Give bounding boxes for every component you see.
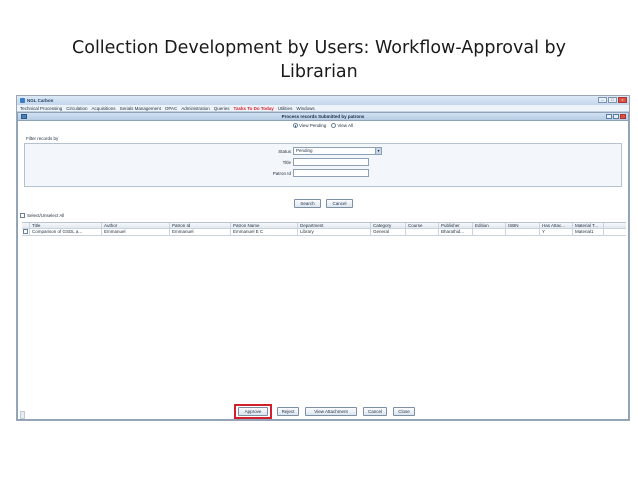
filter-panel: Status Pending ▾ Title Patron Id <box>24 143 622 187</box>
col-has-attachment[interactable]: Has Attac... <box>540 223 573 228</box>
cell-patron-id: Emmanuel <box>170 229 231 235</box>
radio-unselected-icon <box>331 123 337 128</box>
cell-department: Library <box>298 229 371 235</box>
col-title[interactable]: Title <box>30 223 102 228</box>
row-checkbox[interactable] <box>23 229 28 234</box>
title-input[interactable] <box>293 158 369 166</box>
patron-id-label: Patron Id <box>272 170 291 176</box>
cell-has-attachment: Y <box>540 229 573 235</box>
inner-maximize-icon[interactable] <box>613 114 619 119</box>
cell-course <box>406 229 439 235</box>
row-checkbox-cell <box>22 229 30 235</box>
menu-acquisitions[interactable]: Acquisitions <box>92 106 116 111</box>
window-icon <box>21 114 27 119</box>
cell-patron-name: Emmanuel E C <box>231 229 298 235</box>
select-all-checkbox[interactable] <box>20 213 25 218</box>
close-button[interactable]: Close <box>393 407 415 416</box>
menu-windows[interactable]: Windows <box>296 106 314 111</box>
chevron-down-icon: ▾ <box>375 148 381 154</box>
header-checkbox-col <box>22 223 30 228</box>
app-title: NGL Carbon <box>27 98 54 103</box>
cell-material-type: Material1 <box>573 229 604 235</box>
radio-view-all[interactable]: View All <box>331 123 353 128</box>
slide-title-line1: Collection Development by Users: Workflo… <box>72 38 566 58</box>
close-icon[interactable]: × <box>618 97 627 103</box>
cell-author: Emmanuel <box>102 229 170 235</box>
filter-label: Filter records by <box>26 136 59 141</box>
col-patron-id[interactable]: Patron Id <box>170 223 231 228</box>
status-select[interactable]: Pending ▾ <box>293 147 382 155</box>
col-category[interactable]: Category <box>371 223 406 228</box>
records-table: Title Author Patron Id Patron Name Depar… <box>22 222 626 236</box>
menu-administration[interactable]: Administration <box>181 106 210 111</box>
action-bar: Approve Reject View Attachment Cancel Cl… <box>18 403 628 419</box>
radio-view-all-label: View All <box>337 123 354 128</box>
app-screenshot: NGL Carbon – □ × Technical Processing Ci… <box>16 95 630 421</box>
minimize-icon[interactable]: – <box>598 97 607 103</box>
cell-edition <box>473 229 506 235</box>
slide-title-line2: Librarian <box>280 62 358 82</box>
title-label: Title <box>282 159 291 165</box>
col-material-type[interactable]: Material T... <box>573 223 604 228</box>
col-course[interactable]: Course <box>406 223 439 228</box>
menu-tasks-to-do-today[interactable]: Tasks To Do Today <box>234 106 274 111</box>
menu-queries[interactable]: Queries <box>214 106 230 111</box>
status-label: Status <box>278 148 291 154</box>
patron-id-input[interactable] <box>293 169 369 177</box>
dialog-title: Process records Submitted by patrons <box>281 114 365 119</box>
inner-titlebar: Process records Submitted by patrons <box>18 113 628 121</box>
process-records-window: Process records Submitted by patrons Vie… <box>17 112 629 420</box>
col-patron-name[interactable]: Patron Name <box>231 223 298 228</box>
cell-category: General <box>371 229 406 235</box>
table-row[interactable]: Comparison of GSDL a... Emmanuel Emmanue… <box>22 229 626 236</box>
col-isbn[interactable]: ISBN <box>506 223 540 228</box>
col-author[interactable]: Author <box>102 223 170 228</box>
col-edition[interactable]: Edition <box>473 223 506 228</box>
status-value: Pending <box>296 148 313 153</box>
title-row: Title <box>261 158 369 166</box>
inner-window-controls <box>606 114 626 119</box>
view-radio-group: View Pending View All <box>18 123 628 128</box>
reject-button[interactable]: Reject <box>277 407 299 416</box>
search-button[interactable]: Search <box>294 199 321 208</box>
radio-view-pending-label: View Pending <box>298 123 327 128</box>
cancel-button[interactable]: Cancel <box>363 407 387 416</box>
menu-circulation[interactable]: Circulation <box>66 106 87 111</box>
cell-title: Comparison of GSDL a... <box>30 229 102 235</box>
select-all-label: Select/Unselect All <box>27 213 65 218</box>
cell-publisher: Bharathid... <box>439 229 473 235</box>
col-publisher[interactable]: Publisher <box>439 223 473 228</box>
radio-selected-icon <box>292 123 298 128</box>
status-row: Status Pending ▾ <box>261 147 382 155</box>
approve-button[interactable]: Approve <box>238 407 268 416</box>
view-attachment-button[interactable]: View Attachment <box>305 407 357 416</box>
select-all[interactable]: Select/Unselect All <box>20 213 64 218</box>
menu-bar: Technical Processing Circulation Acquisi… <box>17 105 629 112</box>
window-controls: – □ × <box>598 97 627 103</box>
inner-minimize-icon[interactable] <box>606 114 612 119</box>
menu-opac[interactable]: OPAC <box>165 106 177 111</box>
slide-title: Collection Development by Users: Workflo… <box>0 36 638 84</box>
filter-cancel-button[interactable]: Cancel <box>326 199 353 208</box>
menu-utilities[interactable]: Utilities <box>278 106 293 111</box>
table-header: Title Author Patron Id Patron Name Depar… <box>22 222 626 229</box>
menu-serials-management[interactable]: Serials Management <box>120 106 161 111</box>
app-logo-icon <box>20 98 25 103</box>
app-titlebar: NGL Carbon – □ × <box>17 96 629 105</box>
patron-id-row: Patron Id <box>261 169 369 177</box>
inner-close-icon[interactable] <box>620 114 626 119</box>
cell-isbn <box>506 229 540 235</box>
maximize-icon[interactable]: □ <box>608 97 617 103</box>
menu-technical-processing[interactable]: Technical Processing <box>20 106 62 111</box>
col-department[interactable]: Department <box>298 223 371 228</box>
radio-view-pending[interactable]: View Pending <box>292 123 327 128</box>
